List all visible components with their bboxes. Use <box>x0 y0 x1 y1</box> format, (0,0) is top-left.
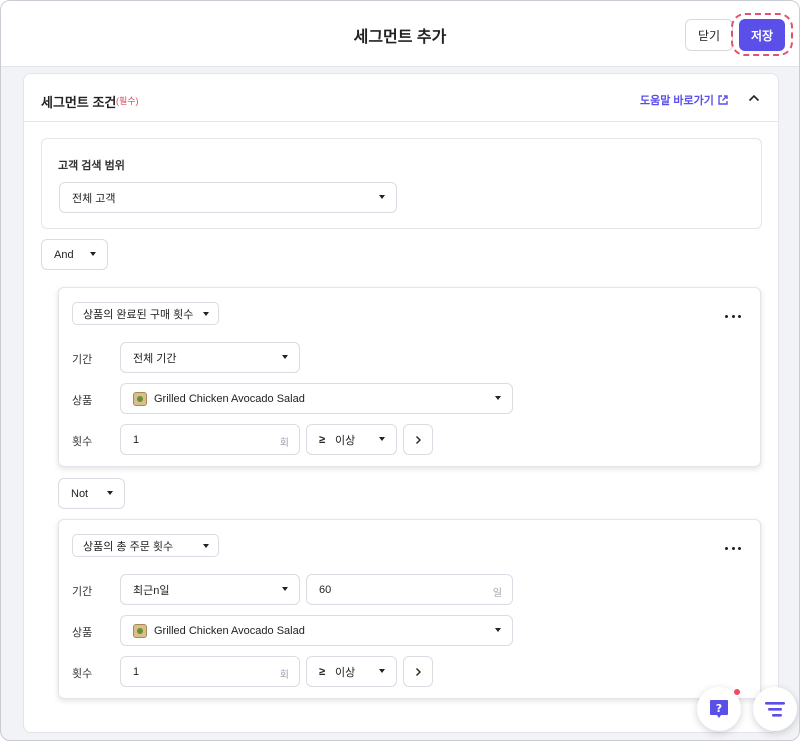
compare-symbol: ≥ <box>319 665 326 678</box>
count-value: 1 <box>133 433 140 446</box>
count-input[interactable]: 1 회 <box>120 656 300 687</box>
scope-select-value: 전체 고객 <box>72 192 116 205</box>
count-label: 횟수 <box>72 436 93 448</box>
panel-title: 세그먼트 조건 <box>41 95 117 110</box>
product-label: 상품 <box>72 627 93 639</box>
next-button[interactable] <box>403 656 433 687</box>
caret-down-icon <box>379 437 385 441</box>
caret-down-icon <box>379 195 385 199</box>
caret-down-icon <box>203 312 209 316</box>
help-link-label: 도움말 바로가기 <box>640 95 714 107</box>
chevron-right-icon <box>416 435 421 444</box>
condition-type-value: 상품의 완료된 구매 횟수 <box>83 308 194 321</box>
svg-text:?: ? <box>716 702 722 715</box>
caret-down-icon <box>203 544 209 548</box>
filter-lines-icon <box>765 702 785 717</box>
help-link[interactable]: 도움말 바로가기 <box>640 92 728 108</box>
compare-value: 이상 <box>335 666 356 679</box>
caret-down-icon <box>282 587 288 591</box>
product-value: Grilled Chicken Avocado Salad <box>154 624 305 637</box>
count-unit: 회 <box>279 438 289 449</box>
segment-conditions-panel: 세그먼트 조건 (필수) 도움말 바로가기 고객 검색 범위 전체 고객 And… <box>23 73 779 733</box>
period-label: 기간 <box>72 586 93 598</box>
app-frame: 세그먼트 추가 닫기 저장 세그먼트 조건 (필수) 도움말 바로가기 고객 검… <box>0 0 800 741</box>
caret-down-icon <box>282 355 288 359</box>
period-select[interactable]: 최근n일 <box>120 574 300 605</box>
condition-type-select[interactable]: 상품의 완료된 구매 횟수 <box>72 302 219 325</box>
menu-button[interactable] <box>753 687 797 731</box>
product-select[interactable]: Grilled Chicken Avocado Salad <box>120 615 513 646</box>
notification-dot <box>733 688 741 696</box>
required-note: (필수) <box>116 96 139 106</box>
condition-card-2: 상품의 총 주문 횟수 기간 최근n일 60 일 상품 Grilled Chic… <box>58 519 761 699</box>
external-link-icon <box>718 95 728 105</box>
period-select[interactable]: 전체 기간 <box>120 342 300 373</box>
more-options-icon[interactable] <box>725 545 741 551</box>
more-options-icon[interactable] <box>725 313 741 319</box>
scope-card: 고객 검색 범위 전체 고객 <box>41 138 762 229</box>
days-unit: 일 <box>492 588 502 599</box>
operator-value: Not <box>71 487 89 500</box>
save-button[interactable]: 저장 <box>739 19 785 51</box>
compare-value: 이상 <box>335 434 356 447</box>
chevron-up-icon[interactable] <box>746 90 762 106</box>
condition-type-select[interactable]: 상품의 총 주문 횟수 <box>72 534 219 557</box>
next-button[interactable] <box>403 424 433 455</box>
close-button[interactable]: 닫기 <box>685 19 733 51</box>
caret-down-icon <box>495 628 501 632</box>
product-thumbnail-icon <box>133 391 147 406</box>
condition-card-1: 상품의 완료된 구매 횟수 기간 전체 기간 상품 Grilled Chicke… <box>58 287 761 467</box>
panel-header: 세그먼트 조건 (필수) 도움말 바로가기 <box>24 74 778 122</box>
count-value: 1 <box>133 665 140 678</box>
count-label: 횟수 <box>72 668 93 680</box>
question-chat-icon: ? <box>710 700 728 718</box>
scope-label: 고객 검색 범위 <box>58 160 125 172</box>
product-select[interactable]: Grilled Chicken Avocado Salad <box>120 383 513 414</box>
operator-value: And <box>54 248 74 261</box>
caret-down-icon <box>495 396 501 400</box>
count-input[interactable]: 1 회 <box>120 424 300 455</box>
days-value: 60 <box>319 583 332 596</box>
chevron-right-icon <box>416 667 421 676</box>
period-label: 기간 <box>72 354 93 366</box>
period-value: 전체 기간 <box>133 352 177 365</box>
compare-select[interactable]: ≥ 이상 <box>306 656 397 687</box>
page-title: 세그먼트 추가 <box>353 29 447 46</box>
period-value: 최근n일 <box>133 584 170 597</box>
product-value: Grilled Chicken Avocado Salad <box>154 392 305 405</box>
operator-select-and[interactable]: And <box>41 239 108 270</box>
condition-type-value: 상품의 총 주문 횟수 <box>83 540 174 553</box>
caret-down-icon <box>379 669 385 673</box>
modal-header: 세그먼트 추가 닫기 저장 <box>1 1 799 67</box>
count-unit: 회 <box>279 670 289 681</box>
caret-down-icon <box>107 491 113 495</box>
compare-select[interactable]: ≥ 이상 <box>306 424 397 455</box>
product-label: 상품 <box>72 395 93 407</box>
caret-down-icon <box>90 252 96 256</box>
scope-select[interactable]: 전체 고객 <box>59 182 397 213</box>
product-thumbnail-icon <box>133 623 147 638</box>
compare-symbol: ≥ <box>319 433 326 446</box>
operator-select-not[interactable]: Not <box>58 478 125 509</box>
days-input[interactable]: 60 일 <box>306 574 513 605</box>
